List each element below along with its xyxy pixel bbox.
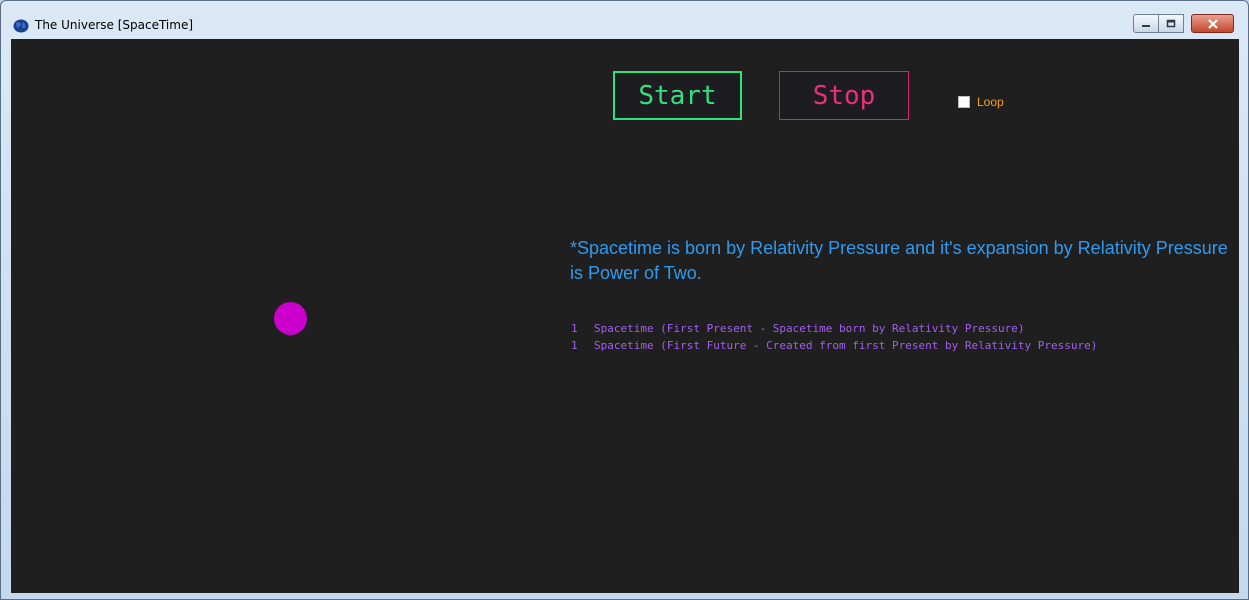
start-button[interactable]: Start bbox=[613, 71, 742, 120]
globe-app-icon bbox=[13, 19, 29, 33]
log-row: 1 Spacetime (First Present - Spacetime bo… bbox=[571, 320, 1097, 337]
maximize-button[interactable] bbox=[1159, 14, 1184, 33]
spacetime-description: *Spacetime is born by Relativity Pressur… bbox=[570, 238, 1228, 283]
loop-label[interactable]: Loop bbox=[977, 95, 1004, 109]
app-window: The Universe [SpaceTime] Start Stop Loop… bbox=[0, 0, 1249, 600]
simulation-canvas: Start Stop Loop *Spacetime is born by Re… bbox=[11, 39, 1239, 593]
close-icon bbox=[1207, 18, 1218, 29]
log-count: 1 bbox=[571, 322, 578, 335]
log-text: Spacetime (First Present - Spacetime bor… bbox=[594, 322, 1025, 335]
close-button[interactable] bbox=[1191, 14, 1234, 33]
log-count: 1 bbox=[571, 339, 578, 352]
window-title: The Universe [SpaceTime] bbox=[35, 18, 194, 32]
log-text: Spacetime (First Future - Created from f… bbox=[594, 339, 1098, 352]
spacetime-log: 1 Spacetime (First Present - Spacetime bo… bbox=[571, 320, 1097, 354]
spacetime-dot bbox=[274, 302, 307, 335]
minimize-button[interactable] bbox=[1133, 14, 1159, 33]
restore-icon bbox=[1166, 19, 1176, 28]
minimize-icon bbox=[1142, 24, 1150, 27]
log-row: 1 Spacetime (First Future - Created from … bbox=[571, 337, 1097, 354]
loop-checkbox[interactable] bbox=[958, 96, 970, 108]
stop-button[interactable]: Stop bbox=[779, 71, 909, 120]
title-bar[interactable]: The Universe [SpaceTime] bbox=[1, 1, 1248, 37]
